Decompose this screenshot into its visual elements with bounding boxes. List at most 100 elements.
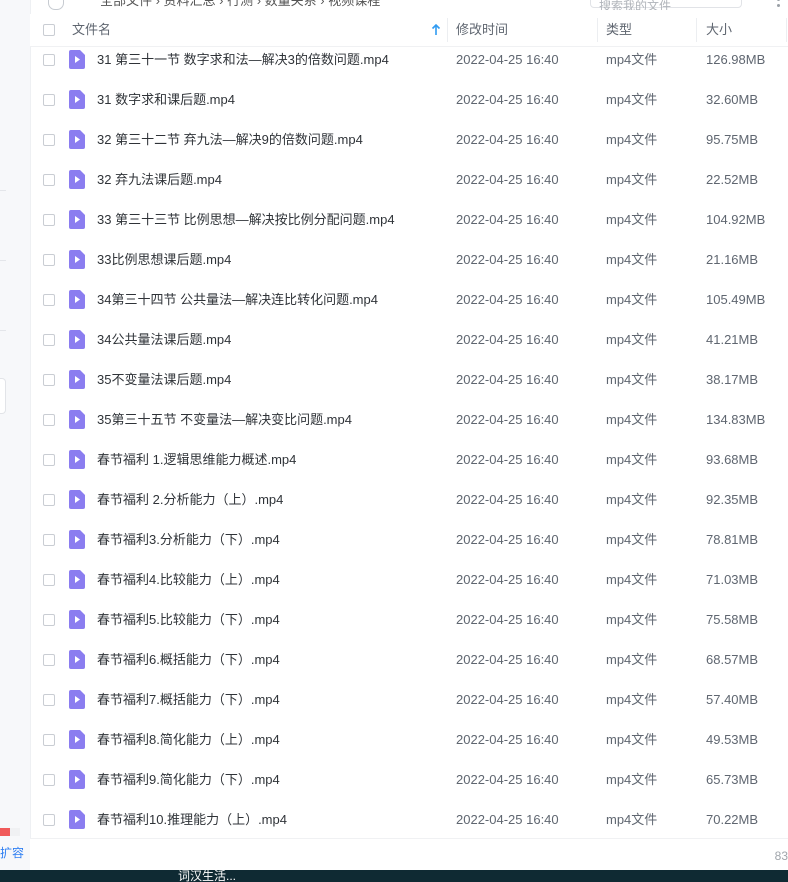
sidebar: 扩容 [0, 0, 31, 870]
file-row[interactable]: 33 第三十三节 比例思想—解决按比例分配问题.mp4 2022-04-25 16… [30, 200, 788, 240]
file-row[interactable]: 31 数字求和课后题.mp4 2022-04-25 16:40 mp4文件 32.60… [30, 80, 788, 120]
select-all-checkbox[interactable] [43, 24, 55, 36]
row-checkbox[interactable] [43, 534, 55, 546]
file-row[interactable]: 春节福利 1.逻辑思维能力概述.mp4 2022-04-25 16:40 mp4文件… [30, 440, 788, 480]
row-checkbox[interactable] [43, 374, 55, 386]
file-name[interactable]: 34公共量法课后题.mp4 [97, 320, 231, 360]
file-modified-time: 2022-04-25 16:40 [456, 452, 559, 467]
sidebar-collapse-handle[interactable] [0, 378, 6, 414]
file-size: 21.16MB [706, 252, 759, 267]
file-type: mp4文件 [606, 532, 658, 547]
file-size: 70.22MB [706, 812, 759, 827]
video-file-icon [69, 530, 85, 549]
row-checkbox[interactable] [43, 54, 55, 66]
file-name[interactable]: 31 第三十一节 数字求和法—解决3的倍数问题.mp4 [97, 40, 389, 80]
file-type: mp4文件 [606, 172, 658, 187]
file-name[interactable]: 春节福利10.推理能力（上）.mp4 [97, 800, 287, 840]
file-name[interactable]: 33 第三十三节 比例思想—解决按比例分配问题.mp4 [97, 200, 395, 240]
file-type: mp4文件 [606, 212, 658, 227]
file-modified-time: 2022-04-25 16:40 [456, 212, 559, 227]
file-name[interactable]: 春节福利 2.分析能力（上）.mp4 [97, 480, 283, 520]
file-modified-time: 2022-04-25 16:40 [456, 132, 559, 147]
row-checkbox[interactable] [43, 134, 55, 146]
row-checkbox[interactable] [43, 654, 55, 666]
row-checkbox[interactable] [43, 574, 55, 586]
file-row[interactable]: 春节福利3.分析能力（下）.mp4 2022-04-25 16:40 mp4文件 78… [30, 520, 788, 560]
file-name[interactable]: 春节福利9.简化能力（下）.mp4 [97, 760, 280, 800]
arrow-up-icon[interactable] [431, 24, 441, 36]
file-name[interactable]: 春节福利4.比较能力（上）.mp4 [97, 560, 280, 600]
column-divider[interactable] [447, 18, 448, 42]
search-input[interactable]: 搜索我的文件 [590, 0, 742, 10]
file-name[interactable]: 35不变量法课后题.mp4 [97, 360, 231, 400]
file-row[interactable]: 35不变量法课后题.mp4 2022-04-25 16:40 mp4文件 38.17M… [30, 360, 788, 400]
file-row[interactable]: 34公共量法课后题.mp4 2022-04-25 16:40 mp4文件 41.21M… [30, 320, 788, 360]
file-row[interactable]: 32 第三十二节 弃九法—解决9的倍数问题.mp4 2022-04-25 16:4… [30, 120, 788, 160]
file-name[interactable]: 33比例思想课后题.mp4 [97, 240, 231, 280]
file-modified-time: 2022-04-25 16:40 [456, 612, 559, 627]
expand-storage-link[interactable]: 扩容 [0, 844, 24, 861]
file-name[interactable]: 春节福利5.比较能力（下）.mp4 [97, 600, 280, 640]
row-checkbox[interactable] [43, 414, 55, 426]
file-row[interactable]: 34第三十四节 公共量法—解决连比转化问题.mp4 2022-04-25 16:4… [30, 280, 788, 320]
file-name[interactable]: 春节福利6.概括能力（下）.mp4 [97, 640, 280, 680]
column-divider[interactable] [597, 18, 598, 42]
file-name[interactable]: 春节福利3.分析能力（下）.mp4 [97, 520, 280, 560]
video-file-icon [69, 330, 85, 349]
row-checkbox[interactable] [43, 734, 55, 746]
file-name[interactable]: 35第三十五节 不变量法—解决变比问题.mp4 [97, 400, 352, 440]
file-row[interactable]: 春节福利8.简化能力（上）.mp4 2022-04-25 16:40 mp4文件 49… [30, 720, 788, 760]
file-row[interactable]: 春节福利10.推理能力（上）.mp4 2022-04-25 16:40 mp4文件 7… [30, 800, 788, 840]
row-checkbox[interactable] [43, 254, 55, 266]
file-name[interactable]: 32 弃九法课后题.mp4 [97, 160, 222, 200]
video-file-icon [69, 610, 85, 629]
file-row[interactable]: 春节福利 2.分析能力（上）.mp4 2022-04-25 16:40 mp4文件 9… [30, 480, 788, 520]
row-checkbox[interactable] [43, 294, 55, 306]
file-row[interactable]: 32 弃九法课后题.mp4 2022-04-25 16:40 mp4文件 22.52M… [30, 160, 788, 200]
column-divider[interactable] [696, 18, 697, 42]
video-file-icon [69, 250, 85, 269]
file-row[interactable]: 春节福利7.概括能力（下）.mp4 2022-04-25 16:40 mp4文件 57… [30, 680, 788, 720]
video-file-icon [69, 650, 85, 669]
more-menu-icon[interactable] [772, 0, 786, 7]
back-button[interactable] [48, 0, 64, 10]
file-type: mp4文件 [606, 492, 658, 507]
row-checkbox[interactable] [43, 694, 55, 706]
file-size: 95.75MB [706, 132, 759, 147]
row-checkbox[interactable] [43, 174, 55, 186]
file-name[interactable]: 32 第三十二节 弃九法—解决9的倍数问题.mp4 [97, 120, 363, 160]
file-type: mp4文件 [606, 252, 658, 267]
column-divider[interactable] [786, 18, 787, 42]
row-checkbox[interactable] [43, 334, 55, 346]
file-modified-time: 2022-04-25 16:40 [456, 92, 559, 107]
file-size: 93.68MB [706, 452, 759, 467]
file-row[interactable]: 31 第三十一节 数字求和法—解决3的倍数问题.mp4 2022-04-25 16… [30, 40, 788, 80]
file-modified-time: 2022-04-25 16:40 [456, 332, 559, 347]
breadcrumb[interactable]: 全部文件 › 资料汇总 › 行测 › 数量关系 › 视频课程 [100, 0, 380, 9]
file-modified-time: 2022-04-25 16:40 [456, 732, 559, 747]
row-checkbox[interactable] [43, 494, 55, 506]
taskbar-item-label[interactable]: 词汉生活... [178, 870, 236, 882]
row-checkbox[interactable] [43, 814, 55, 826]
file-row[interactable]: 33比例思想课后题.mp4 2022-04-25 16:40 mp4文件 21.16M… [30, 240, 788, 280]
video-file-icon [69, 450, 85, 469]
file-row[interactable]: 35第三十五节 不变量法—解决变比问题.mp4 2022-04-25 16:40 m… [30, 400, 788, 440]
file-size: 104.92MB [706, 212, 766, 227]
file-modified-time: 2022-04-25 16:40 [456, 372, 559, 387]
row-checkbox[interactable] [43, 774, 55, 786]
file-name[interactable]: 春节福利7.概括能力（下）.mp4 [97, 680, 280, 720]
file-name[interactable]: 34第三十四节 公共量法—解决连比转化问题.mp4 [97, 280, 378, 320]
row-checkbox[interactable] [43, 214, 55, 226]
file-name[interactable]: 春节福利 1.逻辑思维能力概述.mp4 [97, 440, 296, 480]
file-name[interactable]: 31 数字求和课后题.mp4 [97, 80, 235, 120]
file-row[interactable]: 春节福利5.比较能力（下）.mp4 2022-04-25 16:40 mp4文件 75… [30, 600, 788, 640]
file-name[interactable]: 春节福利8.简化能力（上）.mp4 [97, 720, 280, 760]
row-checkbox[interactable] [43, 614, 55, 626]
file-row[interactable]: 春节福利9.简化能力（下）.mp4 2022-04-25 16:40 mp4文件 65… [30, 760, 788, 800]
row-checkbox[interactable] [43, 94, 55, 106]
row-checkbox[interactable] [43, 454, 55, 466]
storage-usage-fill [0, 828, 10, 836]
file-row[interactable]: 春节福利4.比较能力（上）.mp4 2022-04-25 16:40 mp4文件 71… [30, 560, 788, 600]
file-row[interactable]: 春节福利6.概括能力（下）.mp4 2022-04-25 16:40 mp4文件 68… [30, 640, 788, 680]
file-size: 65.73MB [706, 772, 759, 787]
